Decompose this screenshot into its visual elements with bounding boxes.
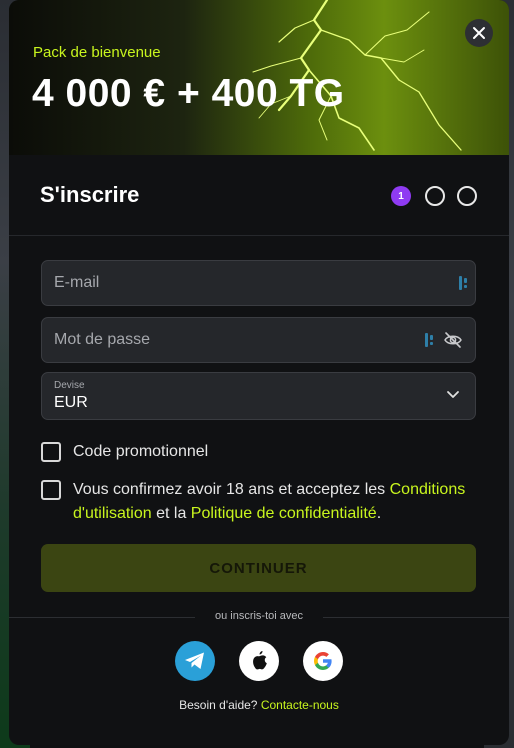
- terms-checkbox[interactable]: [41, 480, 61, 500]
- form-header: S'inscrire 1: [9, 155, 509, 236]
- terms-mid: et la: [151, 505, 191, 522]
- step-indicator-3: [457, 186, 477, 206]
- currency-label: Devise: [54, 380, 85, 391]
- terms-suffix: .: [376, 505, 382, 522]
- telegram-button[interactable]: [175, 641, 215, 681]
- google-button[interactable]: [303, 641, 343, 681]
- welcome-banner: Pack de bienvenue 4 000 € + 400 TG: [9, 0, 509, 155]
- page-title: S'inscrire: [40, 182, 140, 207]
- contact-link[interactable]: Contacte-nous: [261, 698, 339, 712]
- close-button[interactable]: [465, 19, 493, 47]
- step-indicator-1: 1: [391, 186, 411, 206]
- help-text: Besoin d'aide?: [179, 698, 261, 712]
- chevron-down-icon: [447, 391, 459, 398]
- privacy-policy-link[interactable]: Politique de confidentialité: [191, 505, 377, 522]
- banner-subtitle: Pack de bienvenue: [33, 44, 161, 61]
- telegram-icon: [185, 652, 204, 669]
- email-input[interactable]: [42, 261, 426, 305]
- help-line: Besoin d'aide? Contacte-nous: [9, 698, 509, 712]
- password-input[interactable]: [42, 318, 426, 362]
- signup-modal: Pack de bienvenue 4 000 € + 400 TG S'ins…: [9, 0, 509, 745]
- password-manager-icon[interactable]: [458, 276, 470, 290]
- apple-icon: [253, 651, 267, 670]
- password-field: [41, 317, 476, 363]
- email-field: [41, 260, 476, 306]
- step-indicator-2: [425, 186, 445, 206]
- google-icon: [314, 652, 332, 670]
- currency-select[interactable]: Devise EUR: [41, 372, 476, 420]
- continue-button[interactable]: CONTINUER: [41, 544, 476, 592]
- banner-title: 4 000 € + 400 TG: [32, 72, 345, 115]
- eye-slash-icon[interactable]: [443, 331, 463, 349]
- promo-code-label: Code promotionnel: [73, 443, 209, 460]
- social-divider-text: ou inscris-toi avec: [214, 610, 304, 622]
- currency-value: EUR: [54, 394, 88, 411]
- terms-label: Vous confirmez avoir 18 ans et acceptez …: [73, 478, 473, 526]
- password-manager-icon[interactable]: [424, 333, 436, 347]
- promo-code-checkbox[interactable]: [41, 442, 61, 462]
- terms-prefix: Vous confirmez avoir 18 ans et acceptez …: [73, 481, 390, 498]
- close-icon: [473, 27, 485, 39]
- apple-button[interactable]: [239, 641, 279, 681]
